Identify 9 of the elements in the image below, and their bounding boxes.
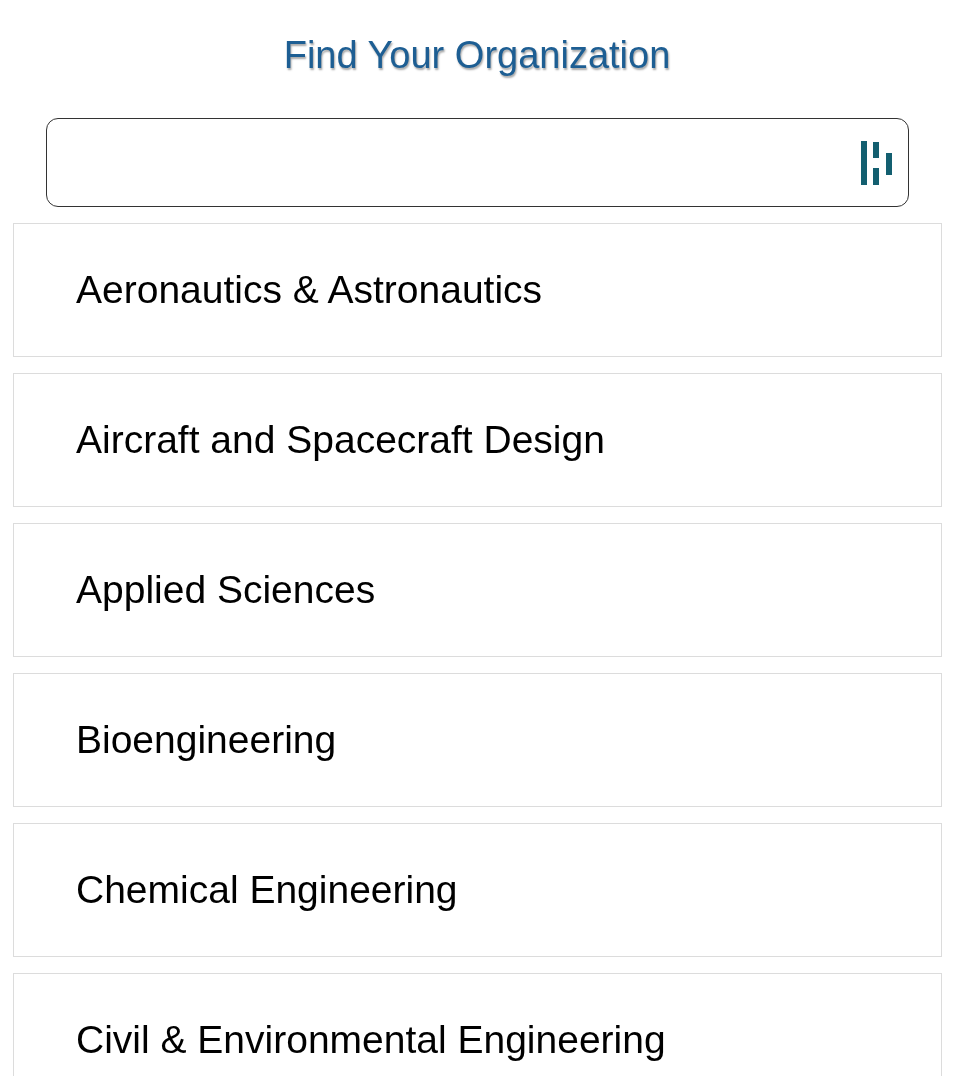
organization-item[interactable]: Chemical Engineering bbox=[13, 823, 942, 957]
bars-icon[interactable] bbox=[861, 140, 893, 185]
organization-item[interactable]: Bioengineering bbox=[13, 673, 942, 807]
organization-item[interactable]: Civil & Environmental Engineering bbox=[13, 973, 942, 1076]
search-field[interactable] bbox=[46, 118, 909, 207]
organization-item[interactable]: Applied Sciences bbox=[13, 523, 942, 657]
page-title: Find Your Organization bbox=[283, 33, 671, 77]
organization-item[interactable]: Aircraft and Spacecraft Design bbox=[13, 373, 942, 507]
organization-item[interactable]: Aeronautics & Astronautics bbox=[13, 223, 942, 357]
